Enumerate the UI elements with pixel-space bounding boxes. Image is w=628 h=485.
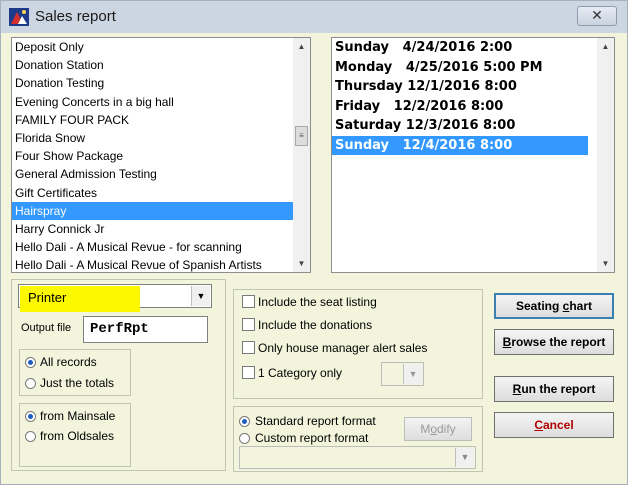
list-item[interactable]: Monday 4/25/2016 5:00 PM [332, 58, 614, 78]
chevron-down-icon[interactable]: ▼ [455, 448, 474, 467]
standard-format-label: Standard report format [255, 414, 376, 428]
list-item[interactable]: FAMILY FOUR PACK [12, 111, 310, 129]
oldsales-radio[interactable] [25, 431, 36, 442]
seat-listing-label: Include the seat listing [258, 295, 377, 309]
performance-list[interactable]: Sunday 4/24/2016 2:00 Monday 4/25/2016 5… [331, 37, 615, 273]
title-bar: Sales report ✕ [1, 1, 627, 33]
oldsales-label: from Oldsales [40, 429, 115, 443]
event-list[interactable]: Deposit Only Donation Station Donation T… [11, 37, 311, 273]
event-list-scrollbar[interactable]: ▲ ≡ ▼ [293, 38, 310, 272]
scroll-up-icon[interactable]: ▲ [293, 38, 310, 55]
list-item[interactable]: Saturday 12/3/2016 8:00 [332, 116, 614, 136]
list-item[interactable]: Four Show Package [12, 147, 310, 165]
all-records-radio[interactable] [25, 357, 36, 368]
chevron-down-icon[interactable]: ▼ [191, 286, 210, 306]
run-report-button[interactable]: Run the report [494, 376, 614, 402]
all-records-label: All records [40, 355, 97, 369]
cancel-button[interactable]: Cancel [494, 412, 614, 438]
list-item[interactable]: General Admission Testing [12, 165, 310, 183]
donations-checkbox[interactable] [242, 318, 255, 331]
alert-sales-checkbox[interactable] [242, 341, 255, 354]
output-destination-select[interactable]: Printer ▼ [18, 284, 212, 312]
seat-listing-checkbox[interactable] [242, 295, 255, 308]
scroll-up-icon[interactable]: ▲ [597, 38, 614, 55]
cancel-accel: C [534, 418, 543, 432]
scroll-thumb[interactable]: ≡ [295, 126, 308, 146]
performance-list-scrollbar[interactable]: ▲ ▼ [597, 38, 614, 272]
category-select[interactable]: ▼ [381, 362, 424, 386]
window-title: Sales report [35, 8, 116, 25]
list-item[interactable]: Thursday 12/1/2016 8:00 [332, 77, 614, 97]
modify-accel: o [430, 422, 437, 436]
list-item[interactable]: Sunday 4/24/2016 2:00 [332, 38, 614, 58]
just-totals-label: Just the totals [40, 376, 115, 390]
cancel-label-rest: ancel [542, 418, 574, 432]
category-only-checkbox[interactable] [242, 366, 255, 379]
list-item[interactable]: Gift Certificates [12, 184, 310, 202]
list-item[interactable]: Deposit Only [12, 38, 310, 56]
list-item[interactable]: Harry Connick Jr [12, 220, 310, 238]
list-item[interactable]: Hello Dali - A Musical Revue - for scann… [12, 238, 310, 256]
custom-format-label: Custom report format [255, 431, 369, 445]
run-report-label-rest: un the report [521, 382, 596, 396]
chevron-down-icon[interactable]: ▼ [403, 364, 422, 384]
output-file-input[interactable]: PerfRpt [83, 316, 208, 343]
standard-format-radio[interactable] [239, 416, 250, 427]
custom-format-radio[interactable] [239, 433, 250, 444]
scroll-down-icon[interactable]: ▼ [293, 255, 310, 272]
modify-button[interactable]: Modify [404, 417, 472, 441]
output-file-label: Output file [21, 322, 72, 334]
close-button[interactable]: ✕ [577, 6, 617, 26]
alert-sales-label: Only house manager alert sales [258, 341, 428, 355]
mainsale-radio[interactable] [25, 411, 36, 422]
browse-report-button[interactable]: Browse the report [494, 329, 614, 355]
just-totals-radio[interactable] [25, 378, 36, 389]
close-icon: ✕ [591, 7, 603, 23]
list-item[interactable]: Evening Concerts in a big hall [12, 93, 310, 111]
modify-label-rest: dify [437, 422, 456, 436]
donations-label: Include the donations [258, 318, 373, 332]
modify-label: M [420, 422, 431, 436]
list-item[interactable]: Hello Dali - A Musical Revue of Spanish … [12, 256, 310, 272]
list-item-selected[interactable]: Hairspray [12, 201, 310, 220]
category-only-label: 1 Category only [258, 366, 343, 380]
list-item[interactable]: Florida Snow [12, 129, 310, 147]
list-item[interactable]: Donation Station [12, 56, 310, 74]
sales-report-window: Sales report ✕ Deposit Only Donation Sta… [0, 0, 628, 485]
list-item-selected[interactable]: Sunday 12/4/2016 8:00 [332, 135, 588, 155]
seating-chart-button[interactable]: Seating chart [494, 293, 614, 319]
custom-format-select[interactable]: ▼ [239, 446, 476, 469]
browse-report-accel: B [502, 335, 512, 349]
list-item[interactable]: Donation Testing [12, 74, 310, 92]
seating-chart-label: Seating [515, 299, 563, 313]
browse-report-label-rest: rowse the report [511, 335, 606, 349]
scroll-down-icon[interactable]: ▼ [597, 255, 614, 272]
mainsale-label: from Mainsale [40, 409, 116, 423]
output-destination-value: Printer [28, 290, 67, 305]
list-item[interactable]: Friday 12/2/2016 8:00 [332, 97, 614, 117]
seating-chart-label-rest: hart [569, 299, 593, 313]
app-icon [9, 8, 29, 26]
